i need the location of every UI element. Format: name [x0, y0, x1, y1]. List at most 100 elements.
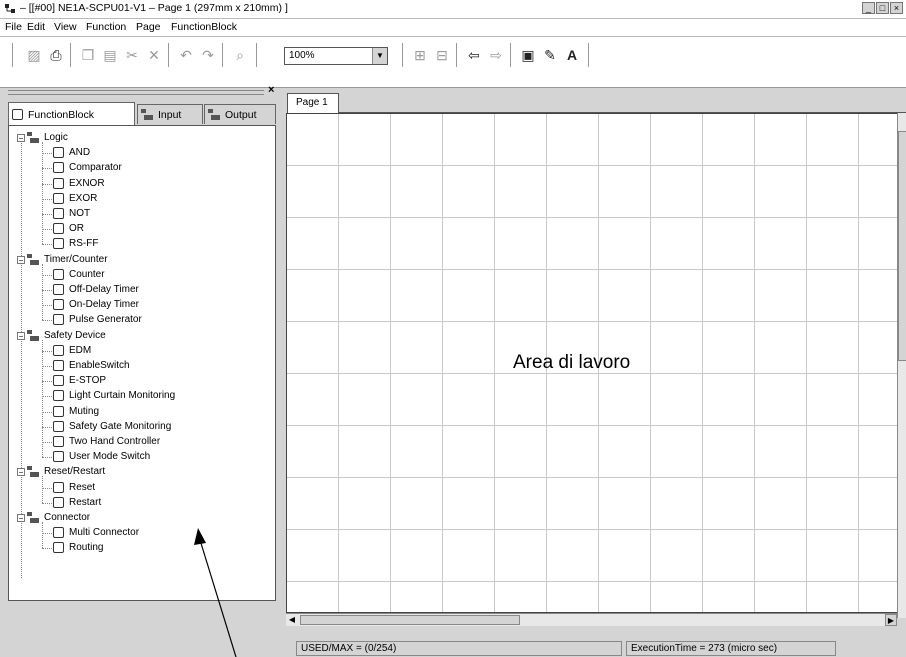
delete-icon[interactable]: ✕: [144, 45, 164, 65]
tree-category[interactable]: Timer/Counter: [27, 252, 108, 267]
tree-connector: [42, 153, 52, 155]
tab-page-1[interactable]: Page 1: [287, 93, 339, 113]
tree-item[interactable]: Two Hand Controller: [53, 434, 160, 449]
tree-item-label: On-Delay Timer: [69, 299, 140, 311]
menu-page[interactable]: Page: [136, 21, 161, 33]
paste-icon[interactable]: ▤: [100, 45, 120, 65]
tree-connector: [42, 198, 52, 200]
tree-item-label: Restart: [69, 496, 102, 508]
tree-item[interactable]: Off-Delay Timer: [53, 282, 139, 297]
page-next-icon[interactable]: ⇨: [486, 45, 506, 65]
tree-connector: [42, 350, 52, 352]
tree-item[interactable]: Reset: [53, 480, 95, 495]
collapse-toggle-icon[interactable]: −: [17, 134, 25, 143]
function-block-icon: [53, 451, 64, 463]
menu-edit[interactable]: Edit: [27, 21, 45, 33]
tree-item[interactable]: Routing: [53, 540, 103, 555]
tree-category-label: Connector: [44, 512, 91, 523]
print-icon[interactable]: ⎙: [46, 45, 66, 65]
tree-item[interactable]: Restart: [53, 495, 101, 510]
page-prev-icon[interactable]: ⇦: [464, 45, 484, 65]
minimize-button[interactable]: _: [862, 2, 875, 14]
tab-functionblock[interactable]: FunctionBlock: [8, 102, 135, 126]
cut-icon[interactable]: ✂: [122, 45, 142, 65]
tree-item[interactable]: OR: [53, 221, 84, 236]
function-block-icon: [53, 496, 64, 508]
function-block-icon: [53, 238, 64, 250]
tree-item[interactable]: Counter: [53, 267, 105, 282]
horizontal-scrollbar[interactable]: ◀ ▶: [286, 613, 897, 626]
tree-item[interactable]: RS-FF: [53, 236, 98, 251]
menu-functionblock[interactable]: FunctionBlock: [171, 21, 237, 33]
page-properties-icon[interactable]: ▣: [518, 45, 538, 65]
tree-item-label: EDM: [69, 344, 92, 356]
tree-item-label: RS-FF: [69, 238, 99, 250]
tree-connector: [42, 244, 52, 246]
tree-category[interactable]: Reset/Restart: [27, 464, 105, 479]
tab-output[interactable]: Output: [204, 104, 276, 124]
zoom-out-icon[interactable]: ⊟: [432, 45, 452, 65]
application-window: – [[#00] NE1A-SCPU01-V1 – Page 1 (297mm …: [0, 0, 906, 657]
tree-connector: [42, 339, 43, 458]
tree-item[interactable]: E-STOP: [53, 373, 106, 388]
vertical-scrollbar[interactable]: [897, 113, 906, 618]
toolbar-separator: [222, 43, 224, 67]
tree-item[interactable]: EXOR: [53, 191, 97, 206]
panel-close-icon[interactable]: ×: [268, 84, 274, 96]
tree-item[interactable]: Comparator: [53, 160, 122, 175]
tree-item[interactable]: Muting: [53, 404, 99, 419]
tree-item[interactable]: Light Curtain Monitoring: [53, 388, 175, 403]
tree-item[interactable]: EnableSwitch: [53, 358, 130, 373]
toolbar-separator: [168, 43, 170, 67]
tree-category-label: Safety Device: [44, 329, 106, 341]
collapse-toggle-icon[interactable]: −: [17, 468, 25, 477]
tree-item[interactable]: Safety Gate Monitoring: [53, 419, 171, 434]
tree-item[interactable]: AND: [53, 145, 90, 160]
maximize-button[interactable]: □: [876, 2, 889, 14]
scrollbar-thumb[interactable]: [898, 131, 906, 361]
tree-category[interactable]: Safety Device: [27, 328, 106, 343]
chevron-down-icon[interactable]: ▼: [372, 48, 387, 64]
zoom-select[interactable]: 100% ▼: [284, 47, 388, 65]
undo-icon[interactable]: ↶: [176, 45, 196, 65]
tree-item[interactable]: Multi Connector: [53, 525, 139, 540]
copy-icon[interactable]: ❐: [78, 45, 98, 65]
collapse-toggle-icon[interactable]: −: [17, 514, 25, 523]
page-tab-bar: Page 1: [283, 88, 906, 113]
edit-page-icon[interactable]: ✎: [540, 45, 560, 65]
menu-file[interactable]: File: [5, 21, 22, 33]
tree-connector: [42, 411, 52, 413]
scroll-right-icon[interactable]: ▶: [885, 614, 897, 626]
function-block-icon: [53, 268, 64, 280]
tree-connector: [42, 263, 43, 321]
function-block-icon: [53, 223, 64, 235]
work-area-canvas[interactable]: Area di lavoro: [286, 113, 899, 613]
menu-view[interactable]: View: [54, 21, 77, 33]
text-icon[interactable]: A: [562, 45, 582, 65]
scroll-left-icon[interactable]: ◀: [286, 614, 298, 626]
tree-category[interactable]: Logic: [27, 130, 68, 145]
tree-connector: [42, 533, 52, 535]
tree-item[interactable]: User Mode Switch: [53, 449, 150, 464]
tree-category[interactable]: Connector: [27, 510, 90, 525]
function-block-icon: [53, 208, 64, 219]
tree-item[interactable]: Pulse Generator: [53, 312, 142, 327]
tree-item[interactable]: NOT: [53, 206, 90, 221]
new-icon[interactable]: ▨: [24, 45, 44, 65]
close-button[interactable]: ×: [890, 2, 903, 14]
zoom-in-icon[interactable]: ⊞: [410, 45, 430, 65]
tab-input[interactable]: Input: [137, 104, 203, 124]
menu-function[interactable]: Function: [86, 21, 126, 33]
find-icon[interactable]: ⌕: [230, 45, 250, 65]
tab-label: Output: [225, 108, 257, 121]
panel-grip[interactable]: [8, 90, 264, 95]
tree-item-label: NOT: [69, 208, 91, 219]
function-block-icon: [53, 314, 64, 326]
tree-item[interactable]: EDM: [53, 343, 91, 358]
redo-icon[interactable]: ↷: [198, 45, 218, 65]
tree-item[interactable]: EXNOR: [53, 176, 105, 191]
collapse-toggle-icon[interactable]: −: [17, 331, 25, 340]
collapse-toggle-icon[interactable]: −: [17, 255, 25, 264]
scrollbar-thumb[interactable]: [300, 615, 520, 625]
tree-item[interactable]: On-Delay Timer: [53, 297, 139, 312]
